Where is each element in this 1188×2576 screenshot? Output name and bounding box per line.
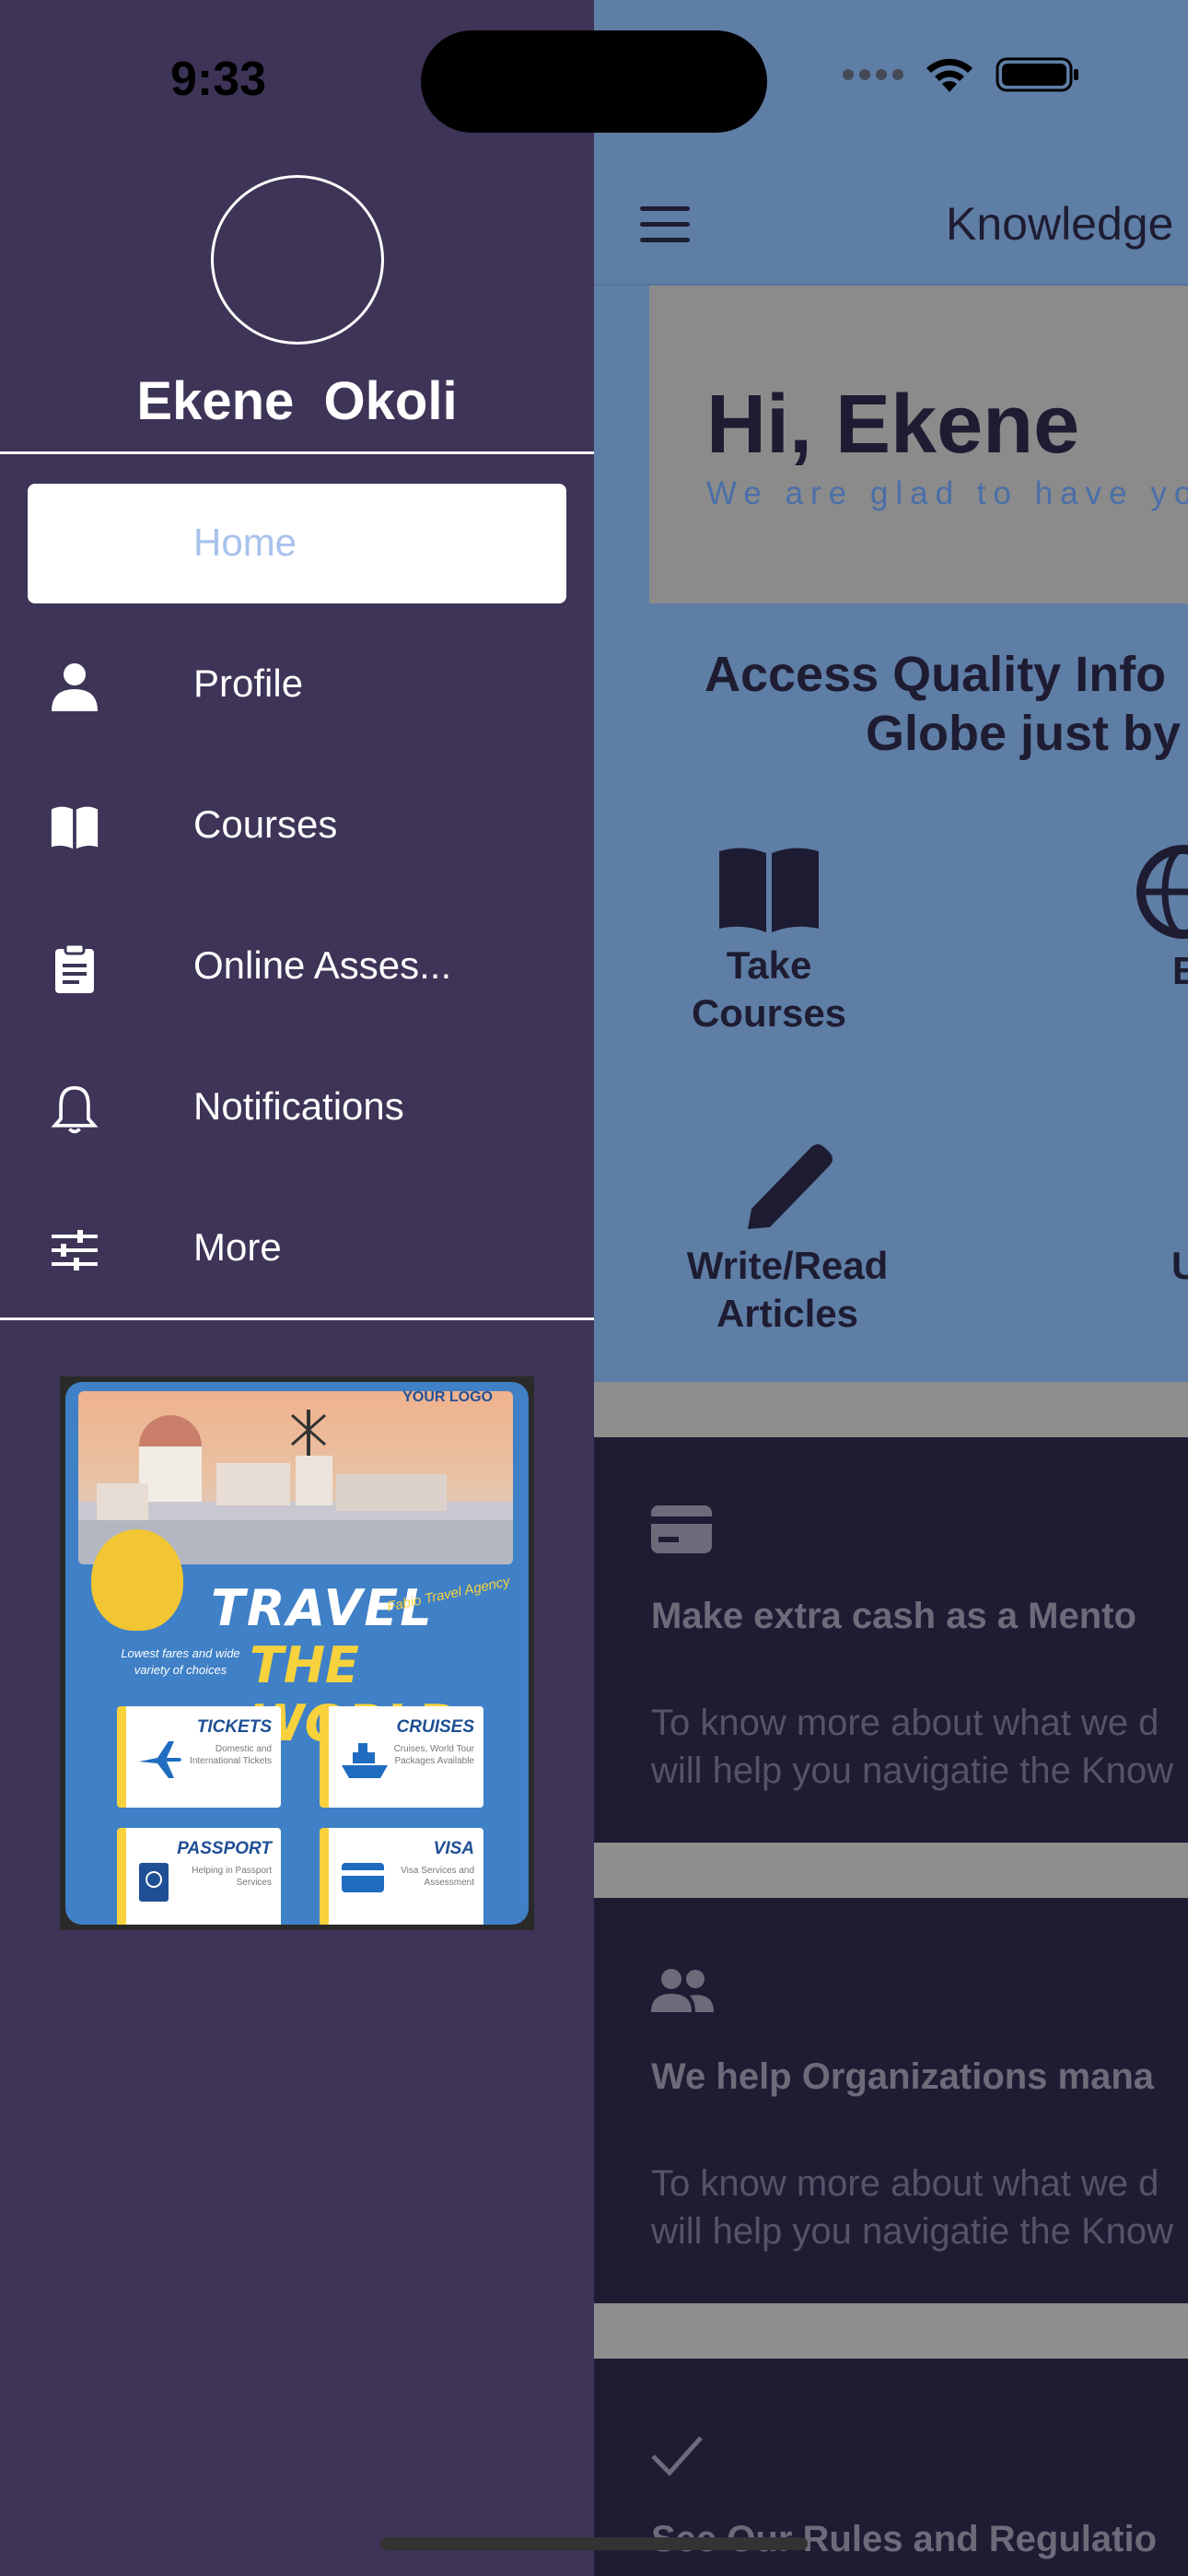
wifi-icon <box>926 58 973 92</box>
travel-ad-banner[interactable]: YOUR LOGO TRAVEL Fabio Travel Agency THE… <box>60 1376 534 1930</box>
menu-icon[interactable] <box>640 206 692 243</box>
drawer-item-notifications[interactable]: Notifications <box>28 1048 566 1167</box>
drawer-divider <box>0 1317 594 1320</box>
access-heading-line1: Access Quality Info <box>705 647 1167 702</box>
status-time: 9:33 <box>170 53 267 106</box>
dynamic-island <box>421 30 767 133</box>
card-title: We help Organizations mana <box>651 2056 1155 2097</box>
feature-university-tips[interactable]: Uni T <box>1133 1139 1188 1338</box>
visa-card-icon <box>342 1863 384 1892</box>
drawer-item-courses[interactable]: Courses <box>28 766 566 885</box>
drawer-item-label: Home <box>193 521 297 564</box>
drawer-item-label: Notifications <box>193 1084 404 1128</box>
feature-label: T <box>1133 1290 1188 1338</box>
feature-write-read-articles[interactable]: Write/Read Articles <box>649 1139 926 1338</box>
checkmark-icon <box>651 2436 703 2476</box>
clipboard-icon <box>55 943 94 993</box>
ad-tagline: Lowest fares and wide variety of choices <box>121 1646 240 1677</box>
person-icon <box>52 663 98 711</box>
feature-label: Take <box>726 943 812 987</box>
card-description-line2: will help you navigatie the Know <box>651 1751 1174 1791</box>
passport-icon <box>139 1863 169 1902</box>
ad-tile-label: CRUISES <box>396 1717 474 1737</box>
drawer-item-label: Online Asses... <box>193 943 452 987</box>
feature-label: Courses <box>691 991 847 1035</box>
card-description-line1: To know more about what we d <box>651 2163 1159 2204</box>
ad-tile-label: VISA <box>433 1839 474 1858</box>
travel-ad-poster: YOUR LOGO TRAVEL Fabio Travel Agency THE… <box>65 1382 529 1925</box>
drawer-item-label: Courses <box>193 802 338 846</box>
feature-label: Uni <box>1171 1244 1188 1287</box>
ad-tile-cruises: CRUISES Cruises, World Tour Packages Ava… <box>320 1706 483 1808</box>
greeting-title: Hi, Ekene <box>706 379 1080 471</box>
feature-label: Bro <box>1172 949 1188 992</box>
section-divider <box>594 1382 1188 1437</box>
drawer-item-profile[interactable]: Profile <box>28 625 566 744</box>
drawer-item-online-assessment[interactable]: Online Asses... <box>28 907 566 1026</box>
greeting-subtitle: We are glad to have you <box>706 475 1188 511</box>
ad-tile-sub: Helping in Passport Services <box>192 1866 272 1888</box>
globe-icon <box>1136 845 1188 939</box>
app-bar: Knowledge <box>594 166 1188 286</box>
feature-label: Jo <box>1128 995 1188 1043</box>
home-indicator[interactable] <box>380 2537 808 2550</box>
info-card-mentor[interactable]: Make extra cash as a Mento To know more … <box>594 1437 1188 1843</box>
feature-take-courses[interactable]: Take Courses <box>649 844 889 1037</box>
feature-label: Write/Read <box>686 1244 889 1287</box>
ad-tile-label: TICKETS <box>196 1717 272 1737</box>
navigation-drawer: 9:33 Ekene Okoli Home Profile Courses On… <box>0 0 594 2576</box>
pencil-icon <box>748 1144 833 1229</box>
bell-icon <box>51 1085 99 1134</box>
book-open-icon <box>51 806 99 849</box>
user-name: Ekene Okoli <box>136 371 458 431</box>
battery-icon <box>996 57 1078 92</box>
school-icon <box>1133 1139 1188 1235</box>
drawer-item-more[interactable]: More <box>28 1188 566 1308</box>
drawer-divider <box>0 451 594 454</box>
credit-card-icon <box>651 1505 712 1553</box>
card-title: Make extra cash as a Mento <box>651 1596 1136 1636</box>
main-screen: Knowledge Hi, Ekene We are glad to have … <box>594 0 1188 2576</box>
cellular-signal-icon <box>843 69 903 80</box>
app-title: Knowledge <box>946 198 1174 250</box>
airplane-icon <box>139 1741 181 1778</box>
ad-tile-sub: Cruises, World Tour Packages Available <box>393 1744 474 1766</box>
hot-air-balloon-icon <box>91 1529 183 1631</box>
drawer-item-label: Profile <box>193 662 304 705</box>
avatar[interactable] <box>211 175 384 345</box>
access-heading-line2: Globe just by <box>866 706 1182 761</box>
ad-tile-label: PASSPORT <box>177 1839 272 1858</box>
ad-tile-visa: VISA Visa Services and Assessment <box>320 1828 483 1925</box>
drawer-item-home[interactable]: Home <box>28 484 566 603</box>
section-divider <box>594 2303 1188 2359</box>
sliders-icon <box>52 1230 98 1270</box>
drawer-item-label: More <box>193 1225 282 1269</box>
ad-logo: YOUR LOGO <box>402 1391 493 1405</box>
ad-tile-passport: PASSPORT Helping in Passport Services <box>117 1828 281 1925</box>
info-card-organizations[interactable]: We help Organizations mana To know more … <box>594 1898 1188 2303</box>
ad-tile-tickets: TICKETS Domestic and International Ticke… <box>117 1706 281 1808</box>
ad-tile-sub: Domestic and International Tickets <box>190 1744 272 1766</box>
book-icon <box>719 848 819 932</box>
welcome-banner: Hi, Ekene We are glad to have you <box>649 286 1188 603</box>
ship-icon <box>342 1743 388 1778</box>
feature-browse-jobs[interactable]: Bro Jo <box>1128 844 1188 1043</box>
card-description-line1: To know more about what we d <box>651 1703 1159 1743</box>
section-divider <box>594 1843 1188 1898</box>
group-icon <box>651 1969 714 2012</box>
feature-label: Articles <box>716 1292 859 1335</box>
ad-tile-sub: Visa Services and Assessment <box>401 1866 474 1888</box>
card-description-line2: will help you navigatie the Know <box>651 2211 1174 2252</box>
status-indicators <box>843 55 1080 94</box>
